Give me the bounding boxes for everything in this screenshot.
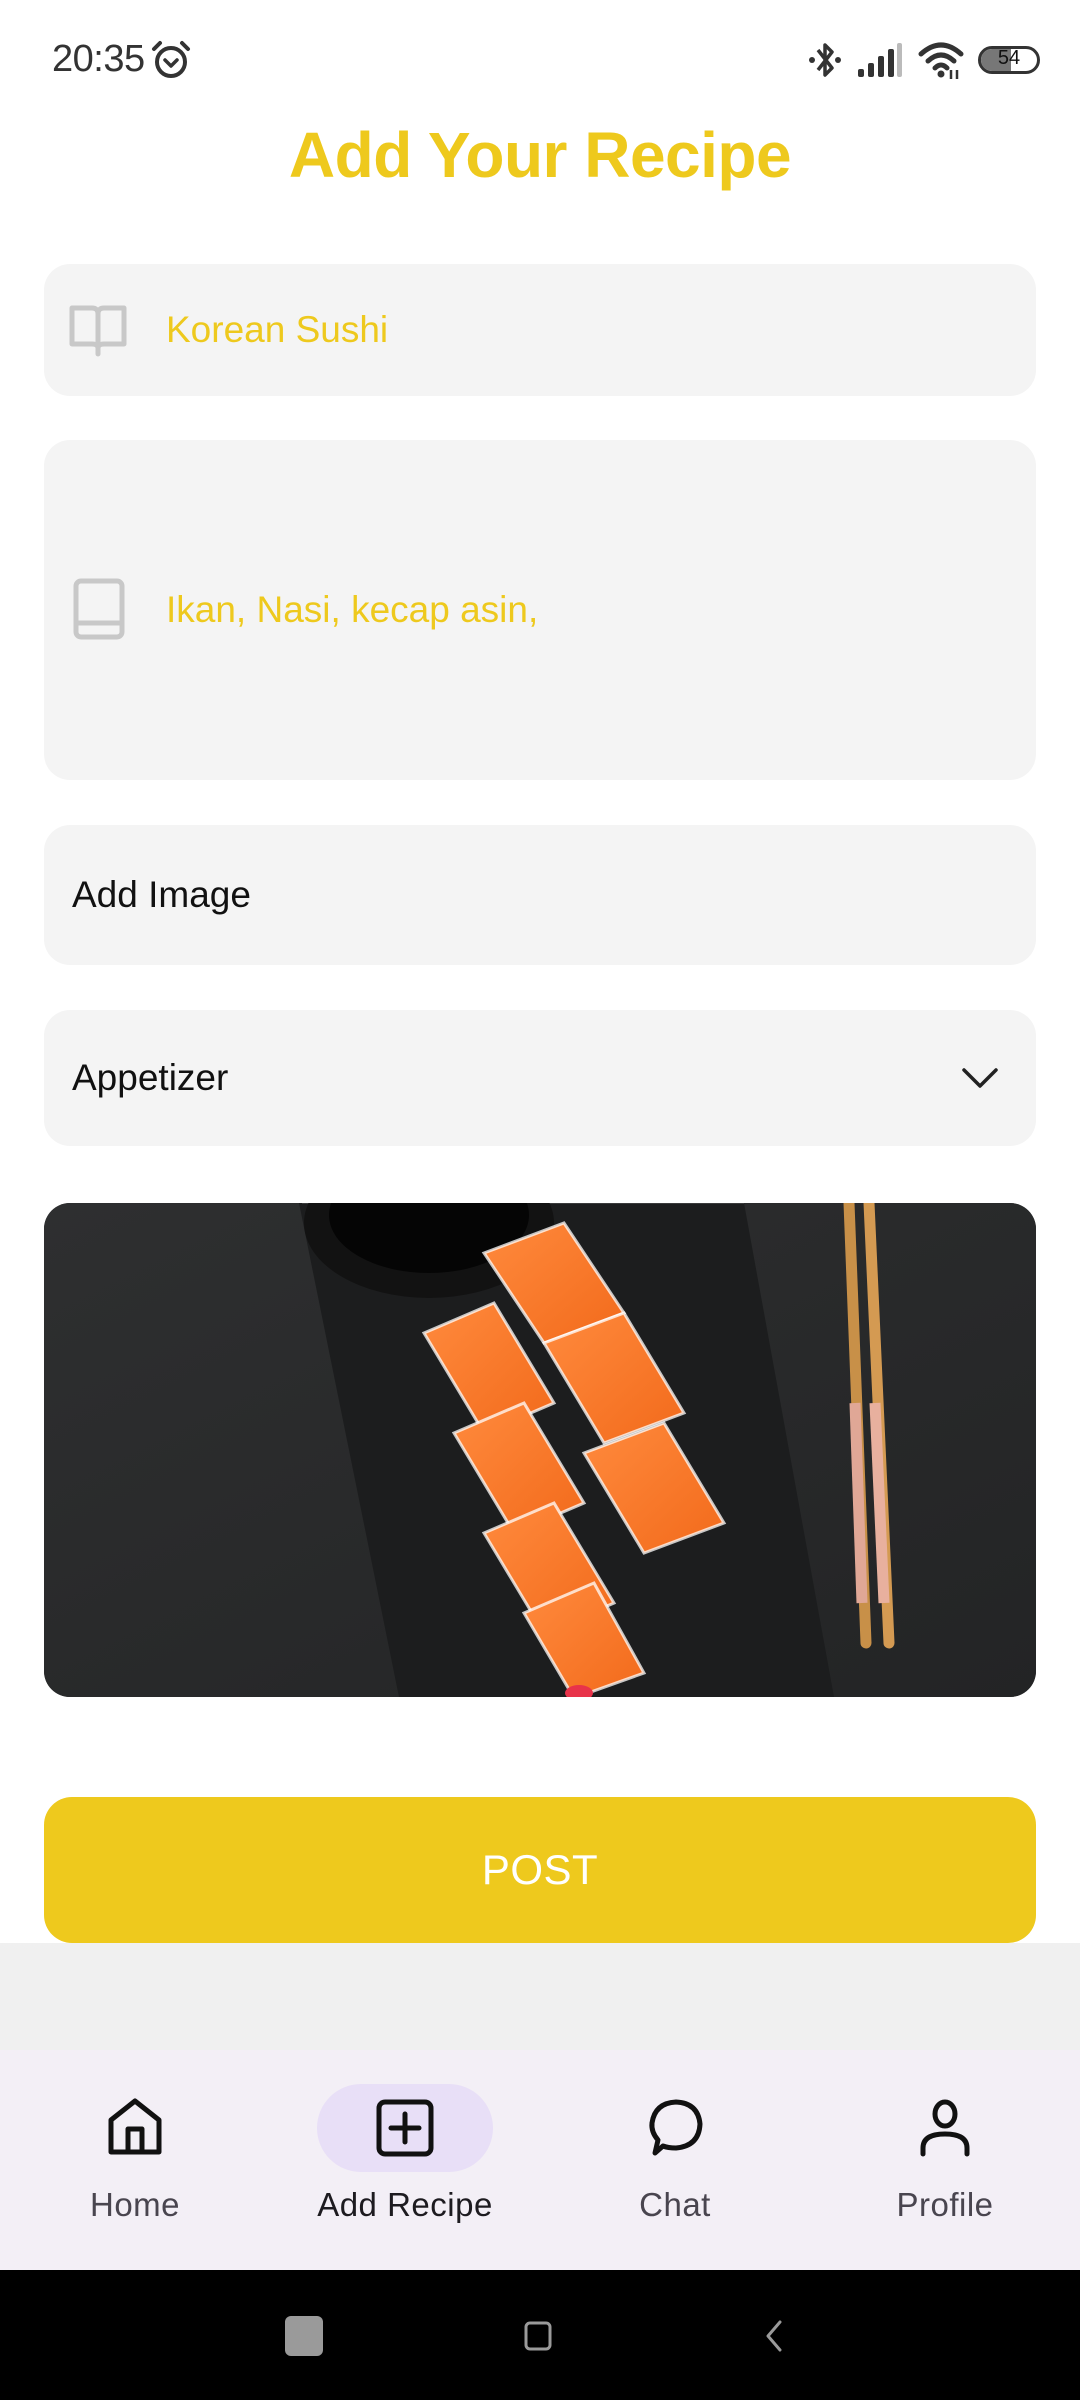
person-icon <box>920 2099 970 2157</box>
home-system-button[interactable] <box>524 2321 552 2351</box>
recipe-image <box>44 1203 1036 1697</box>
chevron-down-icon <box>962 1068 998 1088</box>
ingredients-field[interactable]: Ikan, Nasi, kecap asin, <box>44 440 1036 780</box>
add-image-label: Add Image <box>72 874 251 915</box>
status-time: 20:35 <box>52 38 145 80</box>
nav-item-chat[interactable]: Chat <box>540 2050 810 2270</box>
chat-bubble-icon <box>649 2099 703 2156</box>
post-button[interactable]: POST <box>44 1797 1036 1943</box>
open-book-icon <box>69 305 127 357</box>
back-button[interactable] <box>764 2320 784 2352</box>
system-navigation-bar <box>0 2270 1080 2400</box>
bottom-navigation: Home Add Recipe Chat Profile <box>0 2050 1080 2270</box>
book-icon <box>73 578 125 640</box>
nav-label-chat: Chat <box>639 2186 711 2223</box>
recipe-name-field[interactable]: Korean Sushi <box>44 264 1036 396</box>
recipe-name-value: Korean Sushi <box>166 309 389 350</box>
sushi-illustration <box>44 1203 1036 1697</box>
status-icons: 54 <box>808 38 1040 82</box>
nav-item-home[interactable]: Home <box>0 2050 270 2270</box>
content-bottom-spacer <box>0 1943 1080 2050</box>
wifi-icon <box>918 42 964 79</box>
category-selected: Appetizer <box>72 1057 229 1098</box>
nav-item-profile[interactable]: Profile <box>810 2050 1080 2270</box>
battery-icon: 54 <box>978 46 1040 74</box>
status-bar: 20:35 54 <box>0 0 1080 120</box>
nav-item-add-recipe[interactable]: Add Recipe <box>270 2050 540 2270</box>
signal-icon <box>858 43 902 77</box>
add-box-icon <box>376 2099 434 2157</box>
ingredients-value: Ikan, Nasi, kecap asin, <box>166 589 539 630</box>
battery-percent: 54 <box>997 47 1021 69</box>
nav-label-profile: Profile <box>896 2186 994 2223</box>
recent-apps-button[interactable] <box>284 2315 324 2357</box>
home-icon <box>108 2098 162 2155</box>
bluetooth-icon <box>809 43 841 77</box>
category-dropdown[interactable]: Appetizer <box>44 1010 1036 1146</box>
page-title: Add Your Recipe <box>288 119 792 191</box>
add-image-field[interactable]: Add Image <box>44 825 1036 965</box>
nav-label-add-recipe: Add Recipe <box>317 2186 493 2223</box>
post-label: POST <box>481 1846 599 1893</box>
nav-label-home: Home <box>89 2186 181 2223</box>
alarm-icon <box>152 41 190 78</box>
